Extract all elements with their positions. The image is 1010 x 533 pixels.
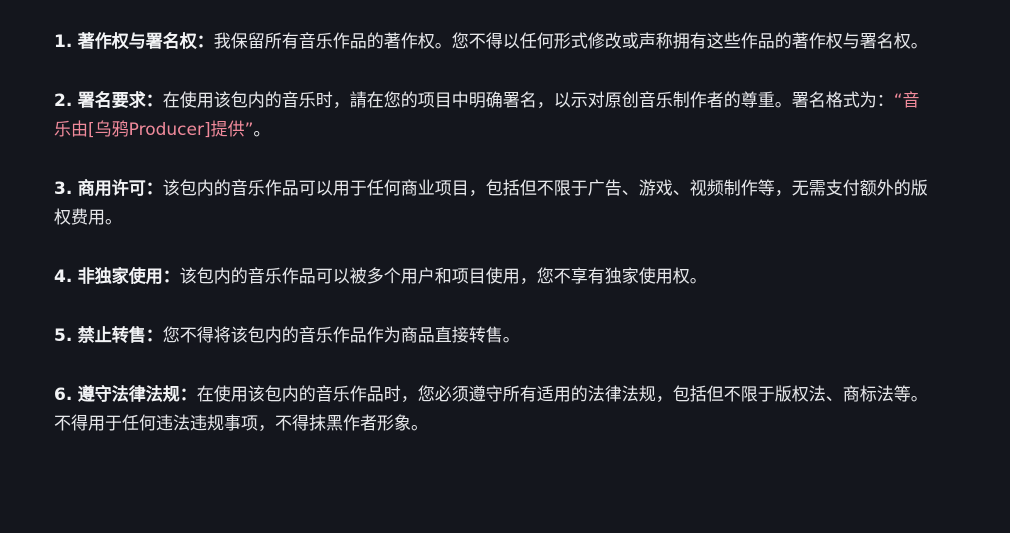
clause-text-after: 。 (253, 120, 271, 140)
license-terms-list: 1. 著作权与署名权：我保留所有音乐作品的著作权。您不得以任何形式修改或声称拥有… (54, 28, 934, 439)
clause-commercial-license: 3. 商用许可：该包内的音乐作品可以用于任何商业项目，包括但不限于广告、游戏、视… (54, 175, 934, 233)
clause-text: 我保留所有音乐作品的著作权。您不得以任何形式修改或声称拥有这些作品的著作权与署名… (213, 32, 928, 52)
clause-attribution: 2. 署名要求：在使用该包内的音乐时，請在您的项目中明确署名，以示对原创音乐制作… (54, 87, 934, 145)
clause-heading: 禁止转售： (77, 326, 163, 346)
clause-heading: 遵守法律法规： (77, 385, 197, 405)
clause-no-resale: 5. 禁止转售：您不得将该包内的音乐作品作为商品直接转售。 (54, 322, 934, 351)
clause-text: 在使用该包内的音乐时，請在您的项目中明确署名，以示对原创音乐制作者的尊重。署名格… (162, 91, 894, 111)
clause-copyright: 1. 著作权与署名权：我保留所有音乐作品的著作权。您不得以任何形式修改或声称拥有… (54, 28, 934, 57)
clause-number: 2. (54, 91, 73, 111)
clause-non-exclusive: 4. 非独家使用：该包内的音乐作品可以被多个用户和项目使用，您不享有独家使用权。 (54, 263, 934, 292)
clause-heading: 商用许可： (77, 179, 163, 199)
clause-number: 6. (54, 385, 73, 405)
clause-number: 5. (54, 326, 73, 346)
clause-text: 该包内的音乐作品可以用于任何商业项目，包括但不限于广告、游戏、视频制作等，无需支… (54, 179, 928, 228)
clause-heading: 署名要求： (77, 91, 163, 111)
clause-text: 您不得将该包内的音乐作品作为商品直接转售。 (162, 326, 520, 346)
clause-heading: 非独家使用： (77, 267, 180, 287)
clause-legal-compliance: 6. 遵守法律法规：在使用该包内的音乐作品时，您必须遵守所有适用的法律法规，包括… (54, 381, 934, 439)
clause-number: 4. (54, 267, 73, 287)
clause-number: 3. (54, 179, 73, 199)
clause-heading: 著作权与署名权： (77, 32, 214, 52)
clause-number: 1. (54, 32, 73, 52)
clause-text: 该包内的音乐作品可以被多个用户和项目使用，您不享有独家使用权。 (179, 267, 707, 287)
